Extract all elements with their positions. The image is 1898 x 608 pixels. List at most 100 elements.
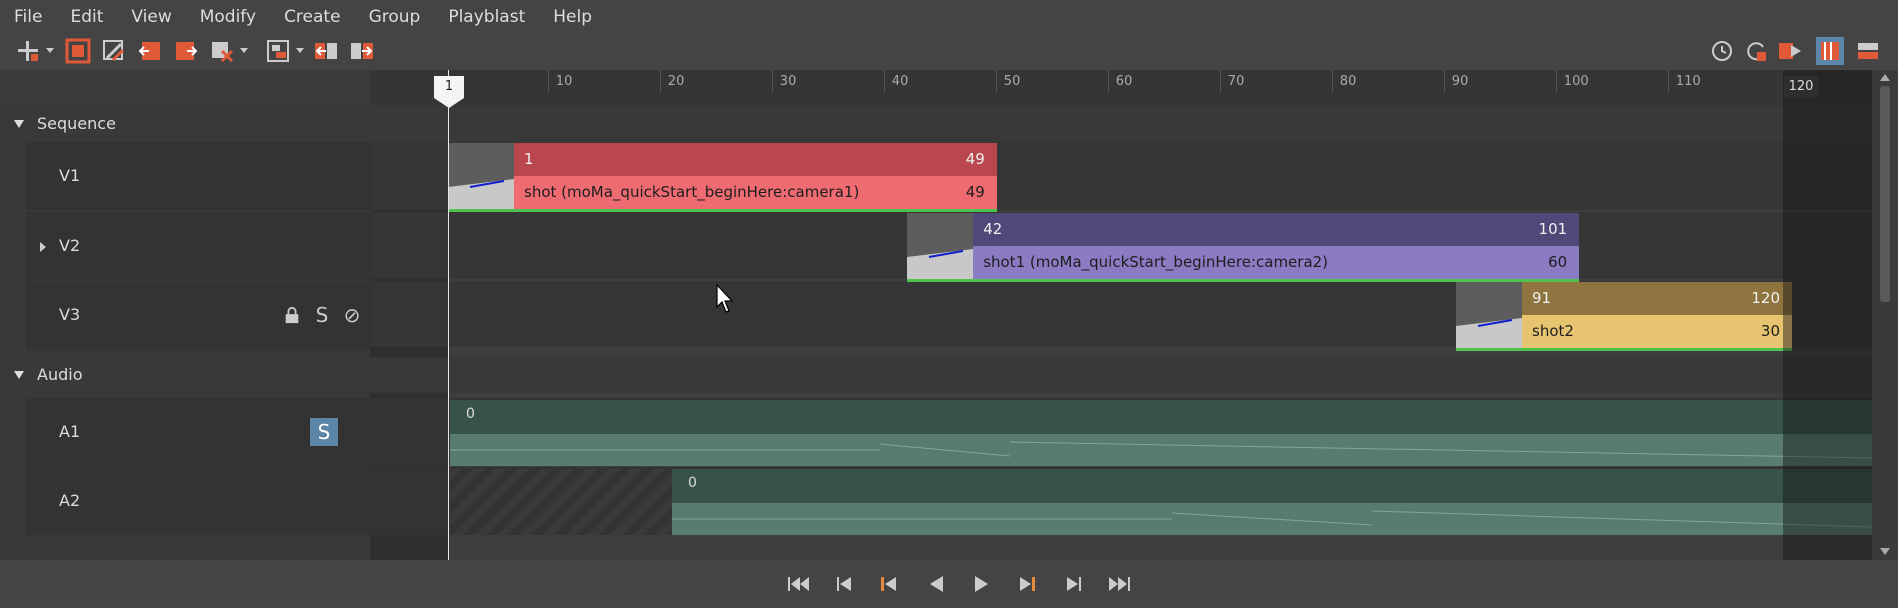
shot-duration: 30 bbox=[1760, 322, 1780, 340]
time-ruler[interactable]: 10 20 30 40 50 60 70 80 90 100 110 bbox=[370, 70, 1872, 106]
split-left-icon[interactable] bbox=[312, 37, 340, 65]
ruler-tick bbox=[1443, 70, 1445, 92]
play-backward-icon[interactable] bbox=[922, 570, 952, 598]
ruler-tick bbox=[1331, 70, 1333, 92]
shot-clip[interactable]: 42 101 shot1 (moMa_quickStart_beginHere:ca… bbox=[907, 213, 1580, 282]
solo-button[interactable]: S bbox=[310, 418, 338, 446]
menu-view[interactable]: View bbox=[117, 0, 185, 34]
audio-waveform bbox=[450, 434, 1872, 466]
shot-start-frame: 1 bbox=[524, 150, 534, 168]
collapse-triangle-icon[interactable] bbox=[14, 120, 24, 128]
mouse-cursor-icon bbox=[716, 284, 734, 313]
track-name: V1 bbox=[59, 166, 81, 185]
track-view-icon[interactable] bbox=[1854, 37, 1882, 65]
expand-triangle-icon[interactable] bbox=[40, 242, 46, 252]
shot-body: shot2 30 bbox=[1522, 315, 1792, 348]
frame-selection-icon[interactable] bbox=[100, 37, 128, 65]
shot-header: 1 49 bbox=[514, 143, 997, 176]
menu-create[interactable]: Create bbox=[270, 0, 355, 34]
menu-help[interactable]: Help bbox=[539, 0, 606, 34]
previous-shot-icon[interactable] bbox=[874, 570, 904, 598]
ruler-tick-label: 40 bbox=[891, 74, 909, 89]
ruler-tick bbox=[1667, 70, 1669, 92]
playhead-marker[interactable] bbox=[434, 98, 464, 108]
track-header-a2[interactable]: A2 bbox=[26, 467, 370, 535]
playhead-frame-label[interactable]: 1 bbox=[434, 76, 464, 98]
header-spacer bbox=[0, 70, 370, 106]
mute-icon[interactable]: ⊘ bbox=[340, 303, 364, 327]
menu-playblast[interactable]: Playblast bbox=[434, 0, 539, 34]
insert-shot-icon[interactable] bbox=[14, 37, 42, 65]
track-header-v2[interactable]: V2 bbox=[26, 212, 370, 280]
shot-clip[interactable]: 1 49 shot (moMa_quickStart_beginHere:camer… bbox=[448, 143, 997, 212]
play-forward-icon[interactable] bbox=[966, 570, 996, 598]
next-shot-icon[interactable] bbox=[1012, 570, 1042, 598]
shot-name: shot2 bbox=[1532, 322, 1574, 340]
shot-clip[interactable]: 91 120 shot2 30 bbox=[1456, 282, 1792, 351]
audio-offset-label: 0 bbox=[466, 406, 475, 422]
playblast-icon[interactable] bbox=[1776, 37, 1804, 65]
track-header-v1[interactable]: V1 bbox=[26, 142, 370, 210]
scroll-up-icon[interactable] bbox=[1880, 74, 1890, 81]
section-sequence[interactable]: Sequence bbox=[0, 106, 370, 142]
ruler-tick-label: 30 bbox=[779, 74, 797, 89]
collapse-triangle-icon[interactable] bbox=[14, 371, 24, 379]
track-name: V2 bbox=[59, 236, 81, 255]
delete-icon[interactable] bbox=[208, 37, 236, 65]
step-forward-key-icon[interactable] bbox=[1058, 570, 1088, 598]
frame-all-icon[interactable] bbox=[64, 37, 92, 65]
ruler-tick-label: 110 bbox=[1675, 74, 1701, 89]
group-icon[interactable] bbox=[264, 37, 292, 65]
move-to-start-icon[interactable] bbox=[136, 37, 164, 65]
scrollbar-thumb[interactable] bbox=[1880, 86, 1890, 302]
shot-thumbnail bbox=[1456, 282, 1522, 348]
shot-duration: 60 bbox=[1548, 253, 1568, 271]
stacked-view-icon[interactable] bbox=[1816, 37, 1844, 65]
step-back-key-icon[interactable] bbox=[830, 570, 860, 598]
shot-header: 42 101 bbox=[973, 213, 1580, 246]
shot-end-frame: 120 bbox=[1751, 289, 1780, 307]
ruler-tick-label: 60 bbox=[1115, 74, 1133, 89]
ruler-tick bbox=[1219, 70, 1221, 92]
go-to-start-icon[interactable] bbox=[784, 570, 814, 598]
move-to-end-icon[interactable] bbox=[172, 37, 200, 65]
menu-bar: File Edit View Modify Create Group Playb… bbox=[0, 0, 1898, 34]
range-end-label[interactable]: 120 bbox=[1784, 76, 1818, 98]
menu-edit[interactable]: Edit bbox=[56, 0, 117, 34]
ruler-tick bbox=[1555, 70, 1557, 92]
ruler-tick bbox=[659, 70, 661, 92]
solo-button[interactable]: S bbox=[310, 303, 334, 327]
track-header-panel: Sequence V1 V2 V3 S ⊘ Audio A1 S A2 bbox=[0, 70, 370, 560]
ruler-tick bbox=[547, 70, 549, 92]
scroll-down-icon[interactable] bbox=[1880, 548, 1890, 555]
ruler-tick bbox=[995, 70, 997, 92]
ruler-tick bbox=[771, 70, 773, 92]
ruler-tick-label: 70 bbox=[1227, 74, 1245, 89]
track-name: A2 bbox=[59, 491, 81, 510]
camera-sequencer-window: File Edit View Modify Create Group Playb… bbox=[0, 0, 1898, 608]
playhead-line[interactable] bbox=[448, 70, 449, 560]
ruler-tick-label: 80 bbox=[1339, 74, 1357, 89]
track-header-v3[interactable]: V3 S ⊘ bbox=[26, 281, 370, 349]
timeline-area[interactable]: 10 20 30 40 50 60 70 80 90 100 110 1 49 shot (moMa_q… bbox=[370, 70, 1872, 560]
go-to-end-icon[interactable] bbox=[1104, 570, 1134, 598]
ruler-tick-label: 90 bbox=[1451, 74, 1469, 89]
track-name: A1 bbox=[59, 422, 81, 441]
vertical-scrollbar[interactable] bbox=[1872, 70, 1898, 560]
lock-icon[interactable] bbox=[280, 303, 304, 327]
shot-start-frame: 91 bbox=[1532, 289, 1552, 307]
menu-group[interactable]: Group bbox=[355, 0, 435, 34]
audio-clip-a2[interactable]: 0 bbox=[672, 469, 1872, 535]
refresh-icon[interactable] bbox=[1742, 37, 1770, 65]
audio-clip-a1[interactable]: 0 bbox=[450, 400, 1872, 466]
sequence-row bbox=[370, 106, 1872, 142]
menu-modify[interactable]: Modify bbox=[186, 0, 270, 34]
ruler-tick-label: 20 bbox=[667, 74, 685, 89]
history-icon[interactable] bbox=[1708, 37, 1736, 65]
section-audio[interactable]: Audio bbox=[0, 357, 370, 393]
menu-file[interactable]: File bbox=[0, 0, 56, 34]
ruler-tick bbox=[883, 70, 885, 92]
track-header-a1[interactable]: A1 S bbox=[26, 398, 370, 466]
ruler-tick bbox=[1107, 70, 1109, 92]
split-right-icon[interactable] bbox=[348, 37, 376, 65]
